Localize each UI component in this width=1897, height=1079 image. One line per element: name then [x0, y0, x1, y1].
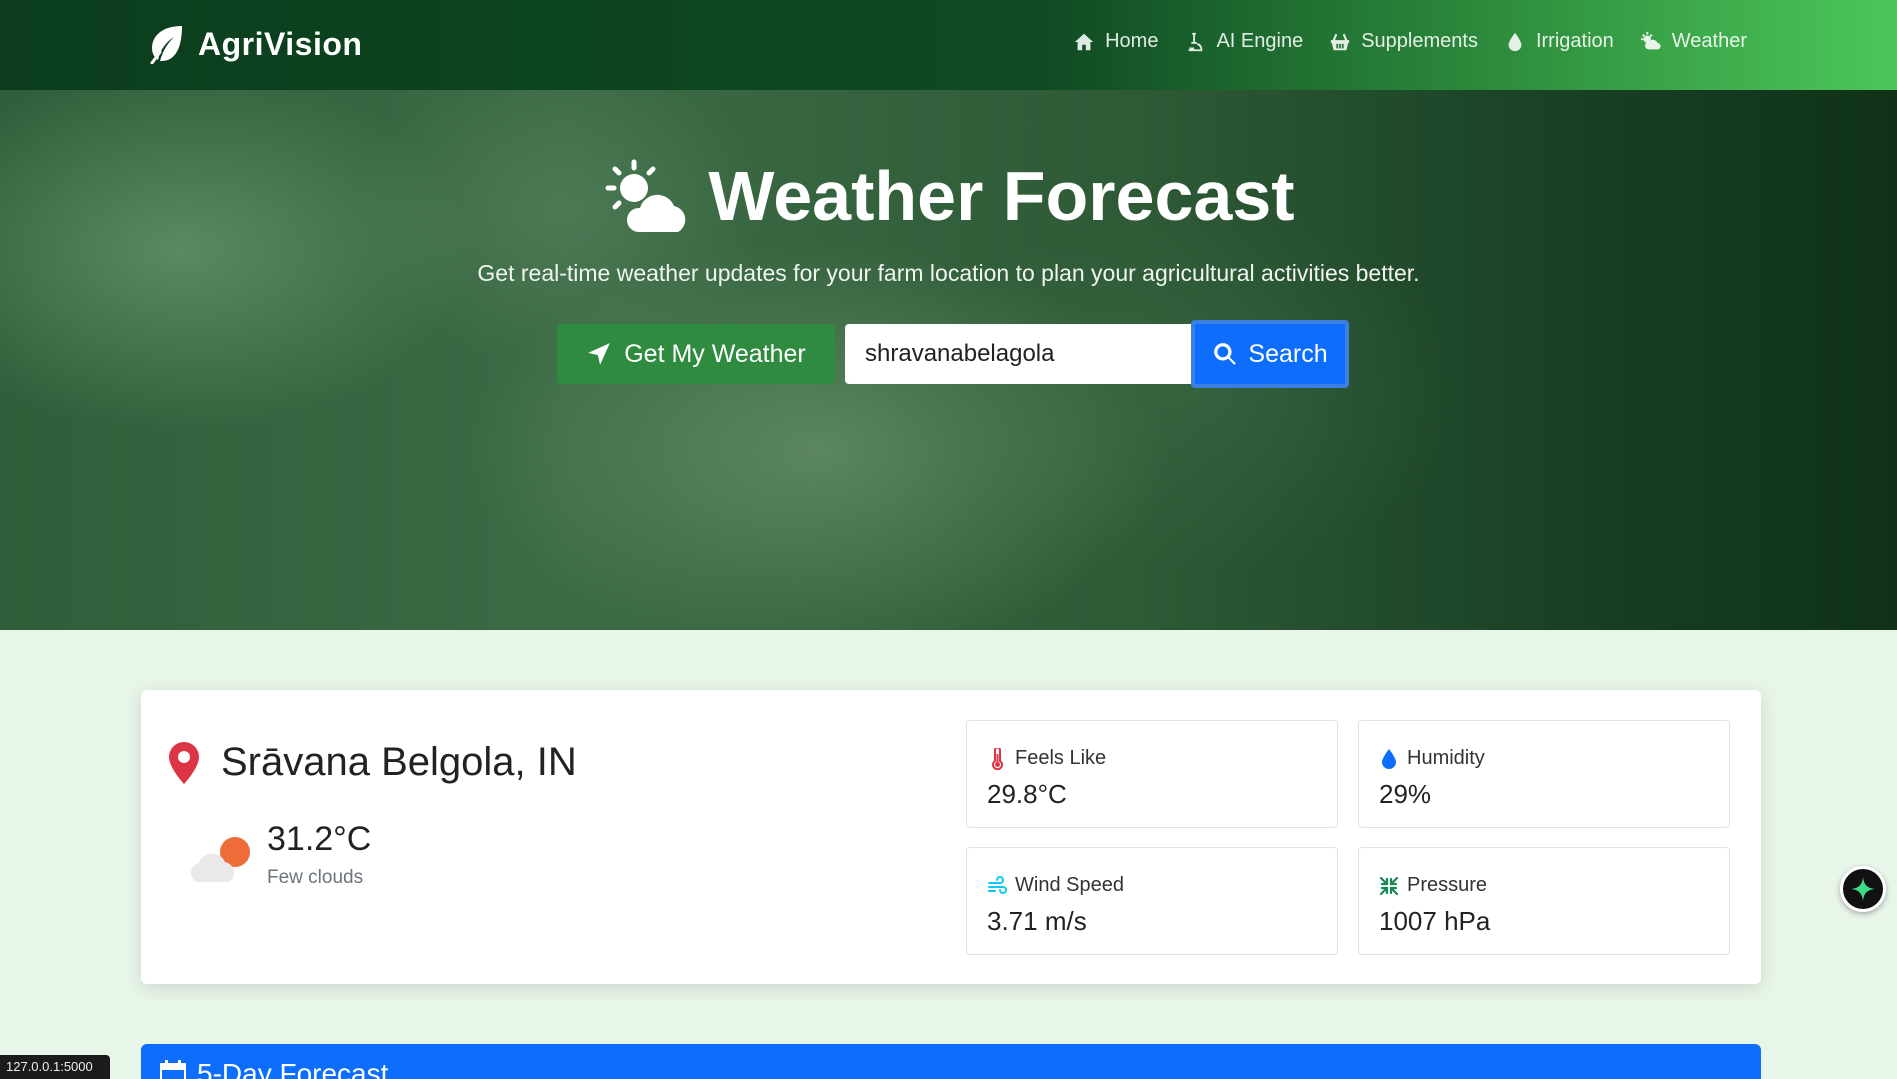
- brand-name: AgriVision: [198, 25, 363, 62]
- droplet-icon: [1504, 31, 1526, 53]
- nav-item-irrigation[interactable]: Irrigation: [1504, 30, 1614, 53]
- stat-value: 29%: [1379, 779, 1432, 809]
- cloud-sun-icon: [605, 159, 686, 232]
- location-search-input[interactable]: [845, 324, 1191, 384]
- nav-item-label: Home: [1105, 30, 1159, 52]
- stat-label: Feels Like: [1015, 747, 1107, 769]
- wind-icon: [988, 875, 1007, 894]
- current-temperature: 31.2°C: [267, 820, 372, 858]
- weather-description: Few clouds: [267, 867, 364, 888]
- microscope-icon: [1184, 31, 1206, 53]
- nav-item-home[interactable]: Home: [1073, 30, 1158, 53]
- search-row: Get My Weather Search: [557, 320, 1349, 388]
- status-url: 127.0.0.1:5000: [0, 1055, 110, 1079]
- stat-value: 3.71 m/s: [987, 906, 1087, 936]
- home-icon: [1073, 31, 1095, 53]
- location-arrow-icon: [588, 343, 611, 365]
- stat-label: Pressure: [1407, 874, 1488, 896]
- forecast-title-text: 5-Day Forecast: [197, 1058, 389, 1079]
- stat-value: 1007 hPa: [1379, 906, 1491, 936]
- hero-section: Weather Forecast Get real-time weather u…: [0, 90, 1897, 630]
- search-icon: [1214, 343, 1237, 365]
- thermometer-icon: [992, 747, 1003, 770]
- hero-subtitle: Get real-time weather updates for your f…: [477, 260, 1420, 286]
- assistant-fab-button[interactable]: [1840, 866, 1886, 912]
- nav-item-label: Irrigation: [1535, 30, 1614, 52]
- nav-item-ai-engine[interactable]: AI Engine: [1184, 30, 1303, 53]
- current-conditions: 31.2°C Few clouds: [185, 820, 371, 889]
- few-clouds-icon: [190, 837, 250, 882]
- nav-item-label: Weather: [1671, 30, 1747, 52]
- cloud-sun-icon: [1640, 31, 1662, 53]
- location-header: Srāvana Belgola, IN: [167, 740, 577, 785]
- stat-label: Wind Speed: [1015, 874, 1124, 896]
- navbar: AgriVision Home AI Engine Supplements Ir…: [0, 0, 1897, 90]
- droplet-icon: [1382, 748, 1396, 769]
- search-label: Search: [1248, 339, 1328, 368]
- sparkle-icon: [1851, 877, 1875, 901]
- stat-label: Humidity: [1407, 747, 1485, 769]
- pressure-stat: Pressure 1007 hPa: [1358, 847, 1730, 955]
- forecast-section: 5-Day Forecast: [141, 1044, 1761, 1079]
- wind-speed-stat: Wind Speed 3.71 m/s: [966, 847, 1338, 955]
- compress-icon: [1379, 876, 1399, 895]
- nav-item-weather[interactable]: Weather: [1640, 30, 1747, 53]
- get-my-weather-label: Get My Weather: [624, 339, 806, 368]
- nav-item-label: Supplements: [1361, 30, 1478, 52]
- nav-item-label: AI Engine: [1216, 30, 1304, 52]
- search-button[interactable]: Search: [1191, 320, 1349, 388]
- basket-icon: [1329, 31, 1351, 53]
- current-weather-card: Srāvana Belgola, IN 31.2°C Few clouds Fe…: [141, 690, 1761, 984]
- feels-like-stat: Feels Like 29.8°C: [966, 720, 1338, 828]
- page-title: Weather Forecast: [708, 157, 1295, 235]
- humidity-stat: Humidity 29%: [1358, 720, 1730, 828]
- hero-title: Weather Forecast: [0, 156, 1897, 236]
- leaf-icon: [150, 26, 182, 64]
- calendar-icon: [160, 1060, 186, 1079]
- map-marker-icon: [169, 741, 199, 784]
- stat-value: 29.8°C: [987, 779, 1067, 809]
- brand[interactable]: AgriVision: [148, 24, 362, 64]
- get-my-weather-button[interactable]: Get My Weather: [557, 324, 835, 384]
- location-name: Srāvana Belgola, IN: [221, 740, 577, 784]
- forecast-title: 5-Day Forecast: [159, 1058, 388, 1079]
- nav-menu: Home AI Engine Supplements Irrigation We…: [1073, 30, 1747, 53]
- nav-item-supplements[interactable]: Supplements: [1329, 30, 1478, 53]
